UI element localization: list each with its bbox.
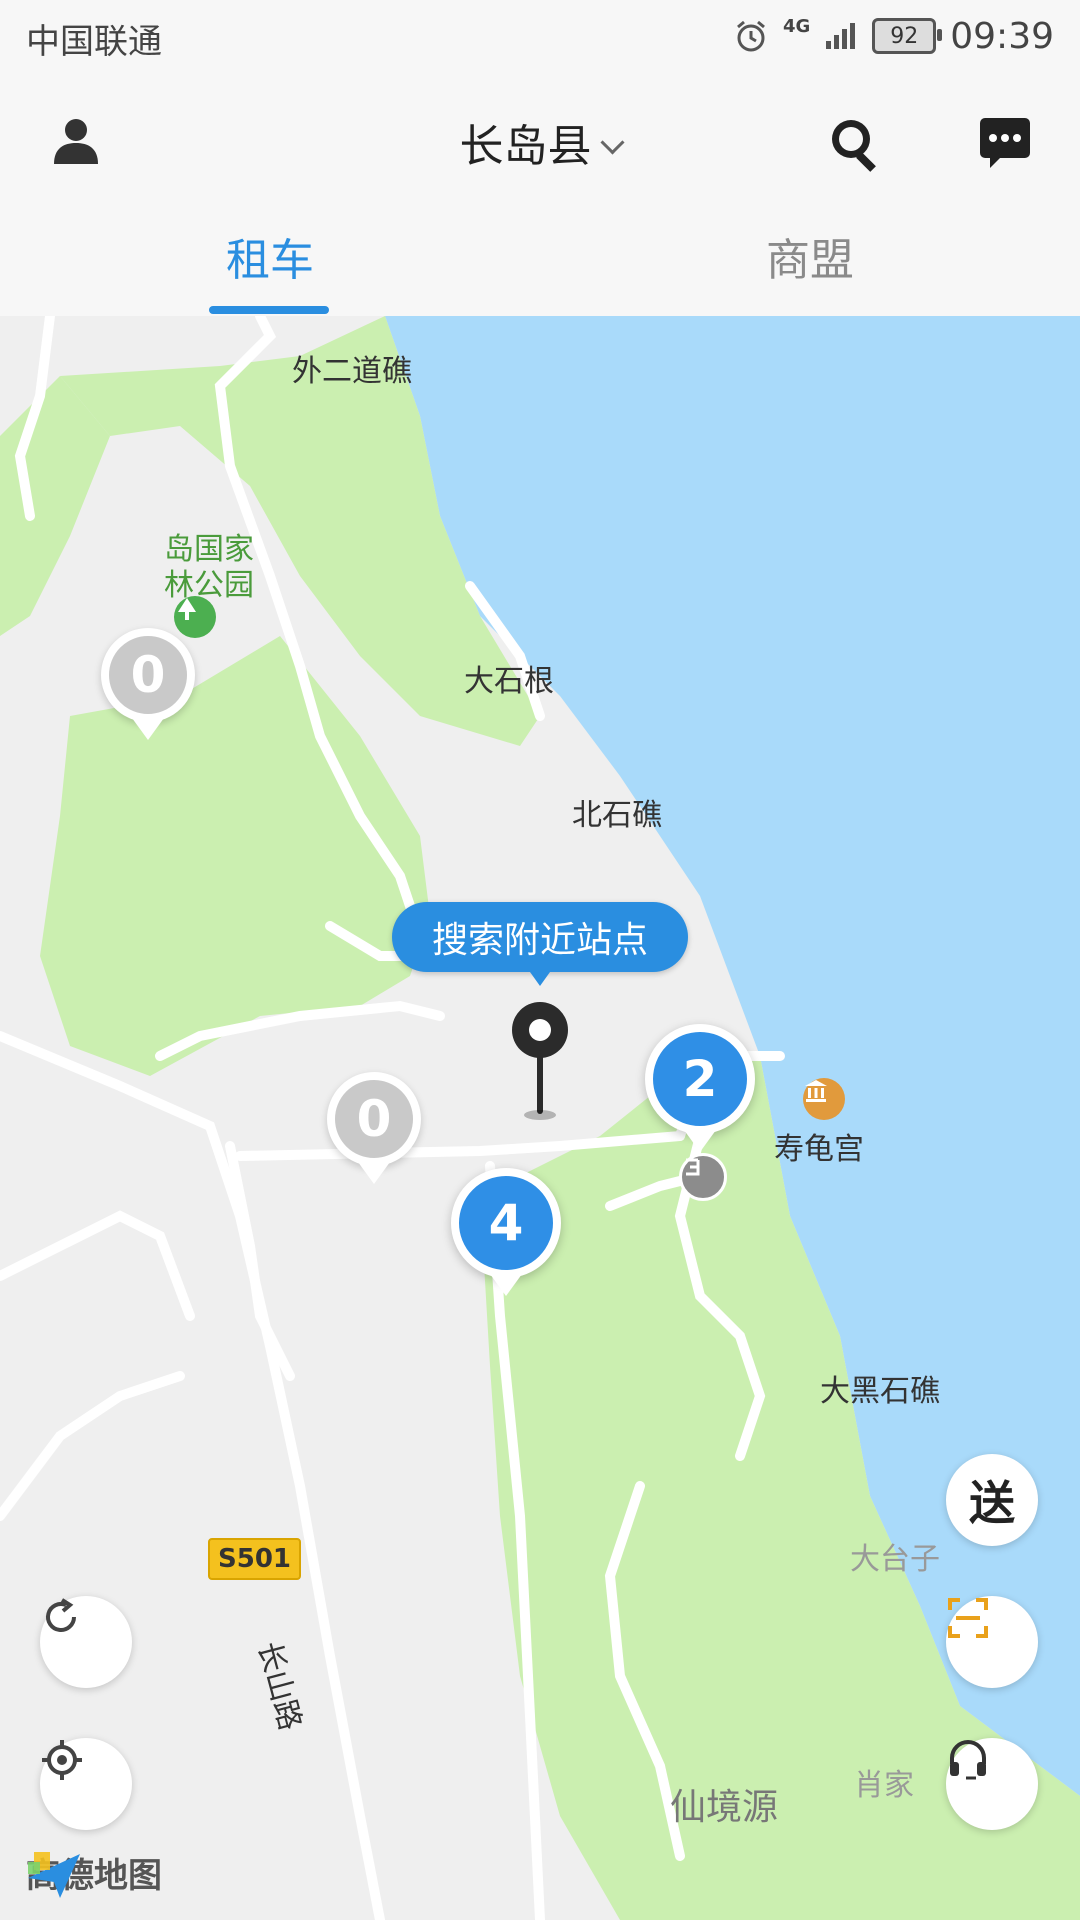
headset-icon	[950, 1740, 986, 1780]
locate-icon	[42, 1740, 82, 1780]
scan-icon	[948, 1598, 988, 1638]
support-button[interactable]	[946, 1738, 1038, 1830]
place-label: 北石礁	[572, 798, 662, 833]
station-count: 0	[356, 1090, 392, 1148]
station-marker[interactable]: 4	[451, 1168, 561, 1296]
tree-icon	[178, 598, 196, 620]
tab-rental[interactable]: 租车	[226, 224, 314, 288]
search-nearby-callout[interactable]: 搜索附近站点	[392, 902, 688, 986]
amap-logo-icon	[28, 1852, 80, 1898]
deliver-label: 送	[969, 1476, 1015, 1530]
app-header: 长岛县	[0, 74, 1080, 204]
chevron-down-icon	[599, 130, 625, 155]
status-bar: 中国联通 4G 92 09:39	[0, 0, 1080, 74]
place-label: 仙境源	[670, 1787, 779, 1828]
temple-icon	[805, 1080, 827, 1102]
active-tab-indicator	[209, 306, 329, 314]
search-icon	[832, 120, 876, 172]
marker-tail	[490, 1274, 522, 1296]
marker-tail	[132, 718, 164, 740]
marker-tail	[684, 1130, 716, 1152]
signal-icon	[826, 23, 856, 49]
carrier-label: 中国联通	[26, 22, 162, 62]
station-marker[interactable]: 0	[101, 628, 195, 740]
battery-icon: 92	[872, 18, 943, 54]
deliver-button[interactable]: 送	[946, 1454, 1038, 1546]
temple-poi-icon[interactable]	[803, 1078, 845, 1120]
tab-merchant-alliance[interactable]: 商盟	[766, 224, 854, 288]
battery-level: 92	[890, 23, 919, 49]
station-icon	[686, 1158, 700, 1176]
location-pin-stem	[537, 1050, 543, 1114]
city-selector[interactable]: 长岛县	[0, 110, 1080, 174]
place-label: 寿龟宫	[774, 1132, 864, 1167]
place-label: 大黑石礁	[820, 1374, 940, 1409]
alarm-icon	[736, 20, 765, 52]
search-button[interactable]	[826, 114, 886, 174]
scan-button[interactable]	[946, 1596, 1038, 1688]
road-badge: S501	[208, 1538, 301, 1580]
location-pin-shadow	[524, 1110, 556, 1120]
place-label: 大台子	[850, 1542, 940, 1577]
network-type: 4G	[782, 15, 811, 37]
tab-bar: 租车 商盟	[0, 204, 1080, 316]
place-label: 外二道礁	[292, 354, 412, 389]
station-marker[interactable]: 0	[327, 1072, 421, 1184]
map-view[interactable]: 外二道礁 岛国家 林公园 大石根 北石礁 寿龟宫 大黑石礁 大台子 长山路 仙境…	[0, 316, 1080, 1920]
park-poi-icon[interactable]	[174, 596, 216, 638]
station-count: 4	[488, 1194, 524, 1252]
station-count: 0	[130, 646, 166, 704]
place-label: 肖家	[854, 1768, 914, 1803]
chat-icon	[980, 118, 1030, 168]
place-label: 大石根	[464, 664, 554, 699]
locate-button[interactable]	[40, 1738, 132, 1830]
station-count: 2	[682, 1050, 718, 1108]
page-title: 长岛县	[459, 121, 592, 172]
clock: 09:39	[950, 15, 1054, 57]
status-right: 4G 92 09:39	[733, 10, 1054, 62]
marker-tail	[358, 1162, 390, 1184]
parking-poi-icon[interactable]	[679, 1153, 727, 1201]
refresh-icon	[46, 1598, 76, 1632]
station-marker[interactable]: 2	[645, 1024, 755, 1152]
map-attribution: 高德地图	[26, 1848, 162, 1898]
refresh-button[interactable]	[40, 1596, 132, 1688]
message-button[interactable]	[978, 116, 1032, 170]
